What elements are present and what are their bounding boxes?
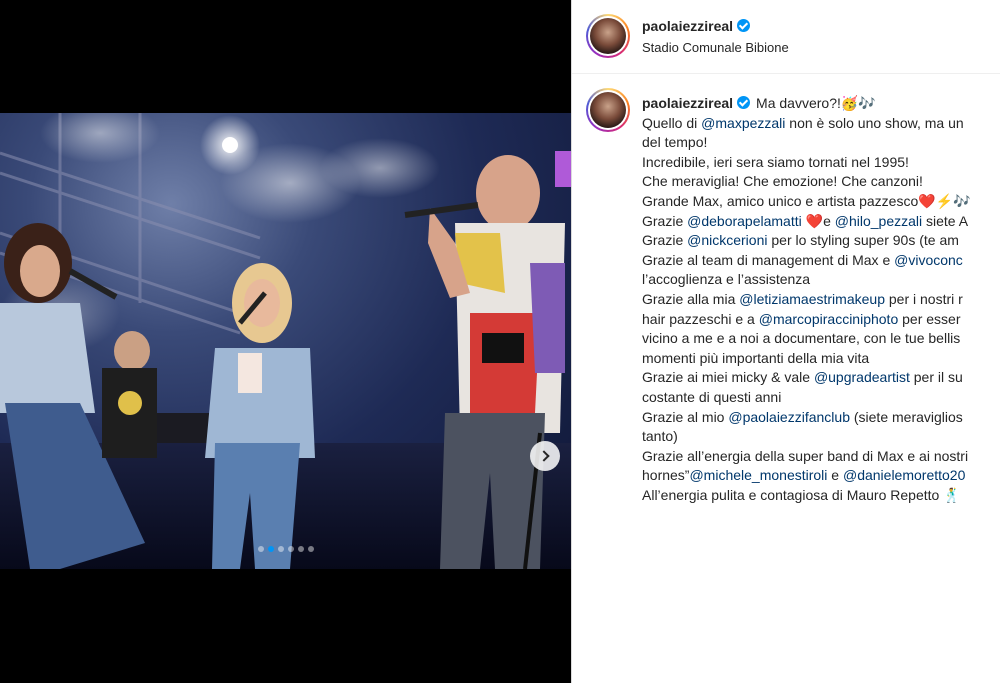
- caption-line: Grazie all’energia della super band di M…: [642, 447, 1000, 467]
- caption-line: Grande Max, amico unico e artista pazzes…: [642, 192, 1000, 212]
- caption-text: tanto): [642, 428, 678, 445]
- caption-text: per il su: [909, 369, 963, 386]
- caption-text: non è solo uno show, ma un: [785, 114, 964, 131]
- post-info-panel: paolaiezzireal Stadio Comunale Bibione p…: [571, 0, 1000, 683]
- caption-line: l’accoglienza e l’assistenza: [642, 270, 1000, 290]
- carousel-dot: [287, 546, 294, 552]
- carousel-dot: [277, 546, 284, 552]
- post-caption: paolaiezzireal Ma davvero?!🥳🎶 Quello di @m…: [642, 94, 1000, 505]
- carousel-dot-active: [267, 546, 274, 552]
- caption-line: hornes”@michele_monestiroli e @danielemo…: [642, 466, 1000, 486]
- verified-badge-icon: [737, 96, 751, 109]
- carousel-dot: [297, 546, 304, 552]
- carousel-dot: [307, 546, 314, 552]
- avatar[interactable]: [586, 14, 630, 58]
- mention-link[interactable]: @upgradeartist: [814, 369, 910, 385]
- mention-link[interactable]: @danielemoretto20: [843, 467, 965, 483]
- caption-text: Grazie ai miei micky & vale: [642, 369, 814, 386]
- profile-picture: [590, 92, 626, 128]
- caption-line: Grazie @deborapelamatti ❤️e @hilo_pezzal…: [642, 212, 1000, 232]
- post-media: [0, 0, 571, 683]
- post-photo[interactable]: [0, 113, 571, 569]
- caption-line: del tempo!: [642, 133, 1000, 153]
- profile-picture: [590, 18, 626, 54]
- caption-text: hornes”: [642, 467, 690, 484]
- caption-text: e: [827, 467, 843, 484]
- caption-text: Grazie all’energia della super band di M…: [642, 447, 969, 464]
- caption-text: All’energia pulita e contagiosa di Mauro…: [642, 486, 961, 503]
- caption-text: Grazie al mio: [642, 408, 729, 425]
- mention-link[interactable]: @hilo_pezzali: [835, 213, 922, 229]
- mention-link[interactable]: @michele_monestiroli: [689, 467, 827, 483]
- caption-text: per i nostri r: [884, 290, 963, 307]
- mention-link[interactable]: @deborapelamatti: [687, 213, 802, 229]
- caption-text: Grazie: [642, 212, 688, 229]
- caption-text: Grazie alla mia: [642, 290, 740, 307]
- caption-text: per lo styling super 90s (te am: [767, 232, 959, 249]
- caption-text: siete A: [922, 212, 969, 229]
- mention-link[interactable]: @letiziamaestrimakeup: [739, 291, 885, 307]
- caption-line: Grazie ai miei micky & vale @upgradearti…: [642, 368, 1000, 388]
- caption-line: Grazie alla mia @letiziamaestrimakeup pe…: [642, 290, 1000, 310]
- caption-text: Grazie al team di management di Max e: [642, 251, 895, 268]
- caption-line: Che meraviglia! Che emozione! Che canzon…: [642, 172, 1000, 192]
- caption-text: l’accoglienza e l’assistenza: [642, 271, 811, 288]
- caption-line: Grazie @nickcerioni per lo styling super…: [642, 231, 1000, 251]
- caption-text: hair pazzeschi e a: [642, 310, 759, 327]
- caption-text: Incredibile, ieri sera siamo tornati nel…: [642, 153, 909, 170]
- caption-text: vicino a me e a noi a documentare, con l…: [642, 330, 961, 347]
- caption-text: Che meraviglia! Che emozione! Che canzon…: [642, 173, 923, 190]
- caption-text: ❤️e: [801, 212, 835, 229]
- chevron-right-icon: [537, 450, 550, 462]
- caption-line: Quello di @maxpezzali non è solo uno sho…: [642, 114, 1000, 134]
- caption-line: Incredibile, ieri sera siamo tornati nel…: [642, 153, 1000, 173]
- caption-line: All’energia pulita e contagiosa di Mauro…: [642, 486, 1000, 506]
- caption-line: momenti più importanti della mia vita: [642, 349, 1000, 369]
- caption-text: Quello di: [642, 114, 702, 131]
- verified-badge-icon: [737, 19, 751, 32]
- caption-line: tanto): [642, 427, 1000, 447]
- mention-link[interactable]: @nickcerioni: [687, 232, 767, 248]
- caption-username[interactable]: paolaiezzireal: [642, 95, 733, 111]
- caption-line: paolaiezzireal Ma davvero?!🥳🎶: [642, 94, 1000, 114]
- next-slide-button[interactable]: [530, 441, 560, 471]
- caption-text: costante di questi anni: [642, 388, 782, 405]
- post-location[interactable]: Stadio Comunale Bibione: [642, 40, 789, 55]
- caption-line: Grazie al team di management di Max e @v…: [642, 251, 1000, 271]
- caption-line: vicino a me e a noi a documentare, con l…: [642, 329, 1000, 349]
- caption-avatar[interactable]: [586, 88, 630, 132]
- carousel-dot: [257, 546, 264, 552]
- caption-text: del tempo!: [642, 134, 708, 151]
- caption-line: hair pazzeschi e a @marcopiracciniphoto …: [642, 310, 1000, 330]
- caption-text: (siete meraviglios: [849, 408, 963, 425]
- post-header: paolaiezzireal Stadio Comunale Bibione: [572, 0, 1000, 74]
- caption-line: costante di questi anni: [642, 388, 1000, 408]
- caption-text: per esser: [898, 310, 961, 327]
- author-username-text[interactable]: paolaiezzireal: [642, 18, 733, 34]
- caption-text: Ma davvero?!🥳🎶: [756, 95, 876, 111]
- mention-link[interactable]: @paolaiezzifanclub: [728, 409, 850, 425]
- caption-text: Grazie: [642, 232, 688, 249]
- caption-text: Grande Max, amico unico e artista pazzes…: [642, 192, 971, 209]
- concert-photo-illustration: [0, 113, 571, 569]
- carousel-indicators: [0, 546, 571, 552]
- author-username[interactable]: paolaiezzireal: [642, 18, 751, 34]
- mention-link[interactable]: @maxpezzali: [701, 115, 785, 131]
- caption-text: momenti più importanti della mia vita: [642, 349, 870, 366]
- caption-line: Grazie al mio @paolaiezzifanclub (siete …: [642, 408, 1000, 428]
- mention-link[interactable]: @vivoconc: [894, 252, 963, 268]
- mention-link[interactable]: @marcopiracciniphoto: [759, 311, 899, 327]
